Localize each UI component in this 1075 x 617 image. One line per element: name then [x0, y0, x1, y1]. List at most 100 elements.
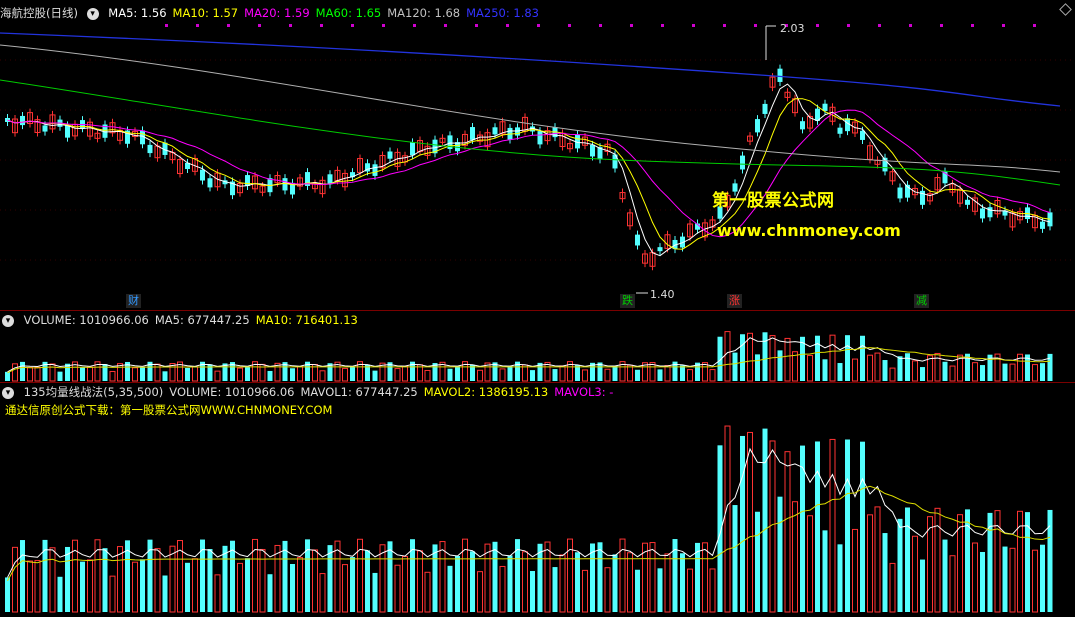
ma-line [0, 44, 1061, 173]
volume-bar [792, 351, 798, 382]
volume-ma [7, 347, 1051, 374]
volume-bar [12, 363, 18, 382]
indicator-bar [207, 549, 213, 612]
indicator-bar [5, 577, 10, 612]
volume-bar [882, 360, 888, 381]
indicator-bar [470, 551, 475, 612]
indicator-bar [297, 557, 303, 613]
volume-bar [860, 335, 865, 381]
indicator-bar [365, 550, 370, 612]
indicator-bar [327, 545, 333, 612]
top-marker [971, 24, 974, 27]
legend-item: MA10: 716401.13 [255, 313, 358, 327]
volume-bar [867, 354, 873, 382]
indicator-bar [942, 539, 948, 612]
indicator-bar [882, 533, 888, 612]
top-marker [816, 24, 819, 27]
volume-bar [912, 360, 918, 382]
volume-bar [845, 335, 850, 381]
candle [372, 164, 378, 176]
candle [387, 151, 393, 159]
indicator-bar [762, 428, 768, 612]
indicator-bar [109, 575, 116, 613]
candle [410, 142, 415, 156]
candle [800, 121, 805, 130]
legend-item: MAVOL1: 677447.25 [300, 385, 418, 399]
candle [590, 144, 595, 157]
indicator-bar [417, 550, 423, 613]
volume-bar [732, 352, 738, 381]
top-marker [692, 24, 695, 27]
candle [147, 144, 153, 154]
volume-bar [192, 366, 198, 382]
candle [200, 169, 205, 181]
candle [657, 247, 663, 252]
chart-canvas[interactable] [0, 0, 1075, 617]
volume-bar [530, 370, 535, 381]
watermark-url: www.chnmoney.com [717, 221, 901, 240]
volume-bar [755, 354, 760, 381]
volume-bar [1047, 353, 1053, 381]
expand-icon[interactable]: ▾ [86, 7, 99, 20]
top-marker [537, 24, 540, 27]
candle [980, 208, 985, 219]
indicator-bar [214, 574, 221, 613]
candle [470, 127, 475, 140]
indicator-bar [162, 575, 168, 612]
legend-item: MA60: 1.65 [315, 6, 382, 20]
legend-item: VOLUME: 1010966.06 [23, 313, 149, 327]
event-tag[interactable]: 减 [914, 294, 929, 308]
indicator-bar [934, 507, 941, 613]
event-tag[interactable]: 财 [126, 294, 141, 308]
volume-bar [455, 366, 460, 381]
volume-bar [575, 365, 580, 381]
volume-bar [905, 353, 910, 381]
legend-item: MA250: 1.83 [466, 6, 539, 20]
indicator-bar [582, 569, 588, 613]
candle [20, 115, 25, 126]
indicator-bar [274, 544, 281, 613]
volume-bar [350, 366, 355, 381]
volume-bar [424, 369, 431, 382]
indicator-bar [897, 518, 903, 612]
volume-bar [740, 334, 745, 381]
volume-bar [522, 364, 528, 382]
volume-bar [140, 367, 145, 381]
indicator-bar [1040, 544, 1045, 612]
top-marker [506, 24, 509, 27]
indicator-bar [522, 551, 528, 613]
volume-bar [680, 365, 685, 381]
volume-bar [57, 371, 63, 381]
expand-icon[interactable]: ▾ [2, 314, 14, 327]
indicator-bar [394, 564, 401, 613]
top-marker [661, 24, 664, 27]
indicator-bar [537, 543, 543, 612]
indicator-bar [687, 568, 693, 613]
volume-ma [7, 447, 1051, 578]
volume-bar [49, 363, 56, 382]
volume-header: ▾ VOLUME: 1010966.06 MA5: 677447.25 MA10: … [0, 311, 370, 329]
volume-bar [297, 366, 303, 382]
indicator-bar [87, 559, 93, 613]
indicator-bar [905, 507, 910, 612]
legend-item: MA5: 677447.25 [154, 313, 250, 327]
indicator-bar [837, 544, 843, 612]
indicator-bar [169, 545, 176, 613]
ma-line [0, 79, 1061, 186]
expand-icon[interactable]: ▾ [2, 386, 14, 399]
stock-title[interactable]: 海航控股(日线) [0, 6, 78, 20]
volume-bar [1040, 363, 1045, 381]
event-tag[interactable]: 涨 [727, 294, 742, 308]
top-marker [413, 24, 416, 27]
indicator-bar [57, 576, 63, 612]
indicator-bar [154, 548, 161, 613]
ma-legend: MA5: 1.56 MA10: 1.57 MA20: 1.59 MA60: 1.65 M… [108, 6, 545, 20]
volume-bar [627, 364, 633, 382]
volume-bar [162, 371, 168, 381]
indicator-header: ▾ 135均量线战法(5,35,500) VOLUME: 1010966.06 MA… [0, 383, 625, 401]
indicator-bar [94, 539, 101, 613]
volume-bar [342, 367, 348, 382]
candle [65, 125, 70, 138]
volume-bar [635, 369, 640, 381]
event-tag[interactable]: 跌 [620, 294, 635, 308]
